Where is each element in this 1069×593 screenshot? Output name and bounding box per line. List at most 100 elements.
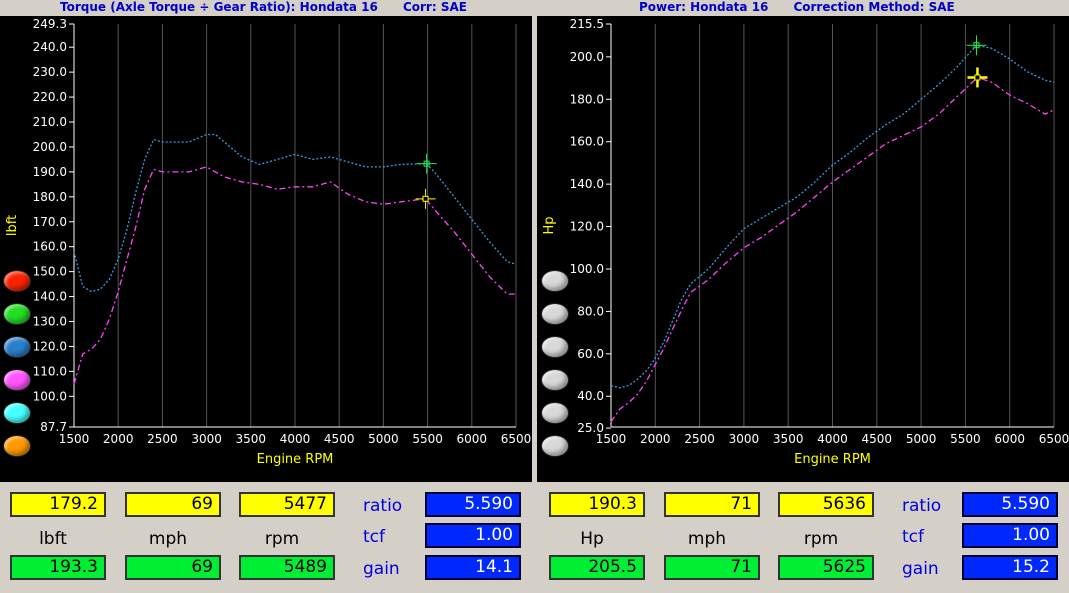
torque-y-tick-label: 110.0	[33, 364, 67, 378]
torque-y-tick-label: 230.0	[33, 65, 67, 79]
power-y-tick-label: 215.5	[570, 17, 604, 31]
torque-y-tick-label: 130.0	[33, 315, 67, 329]
left-run-dot-6[interactable]	[3, 435, 31, 457]
right-run-dot-1[interactable]	[541, 270, 569, 292]
left-run-dot-5[interactable]	[3, 402, 31, 424]
torque-y-tick-label: 240.0	[33, 40, 67, 54]
torque-y-tick-label: 190.0	[33, 165, 67, 179]
power-plot[interactable]: 1500 2000 2500 3000 3500 4000 4500 5000 5500 6000…	[537, 16, 1069, 482]
left-gain-label: gain	[363, 559, 400, 579]
left-ratio-label: ratio	[363, 496, 403, 516]
left-unit-lbft: lbft	[39, 529, 67, 549]
left-unit-mph: mph	[148, 529, 188, 549]
right-hp-value: 190.3	[549, 492, 645, 517]
power-x-tick-label: 2500	[684, 432, 715, 446]
torque-y-tick-label: 210.0	[33, 115, 67, 129]
left-ratio-value[interactable]: 5.590	[425, 492, 521, 517]
right-unit-rpm: rpm	[803, 529, 839, 549]
right-run-dot-5[interactable]	[541, 402, 569, 424]
power-y-tick-label: 120.0	[570, 220, 604, 234]
torque-chart-svg: 1500 2000 2500 3000 3500 4000 4500 5000 5500 6000…	[5, 17, 532, 467]
power-x-tick-label: 3500	[773, 432, 804, 446]
right-gain-value[interactable]: 15.2	[962, 555, 1058, 580]
torque-x-tick-label: 6500	[501, 432, 532, 446]
torque-y-tick-label: 87.7	[40, 420, 67, 434]
right-run-dot-2[interactable]	[541, 303, 569, 325]
torque-y-tick-label: 100.0	[33, 389, 67, 403]
power-y-tick-label: 140.0	[570, 177, 604, 191]
right-hp-peak: 205.5	[549, 555, 645, 580]
right-mph-peak: 71	[664, 555, 760, 580]
left-mph-value: 69	[125, 492, 221, 517]
left-rpm-value: 5477	[239, 492, 335, 517]
torque-plot[interactable]: 1500 2000 2500 3000 3500 4000 4500 5000 5500 6000…	[0, 16, 532, 482]
left-tcf-label: tcf	[363, 527, 385, 547]
torque-x-tick-label: 6000	[457, 432, 488, 446]
torque-y-tick-label: 150.0	[33, 265, 67, 279]
left-readout-panel: 179.2 69 5477 lbft mph rpm 193.3 69 5489…	[1, 484, 531, 591]
left-tcf-value[interactable]: 1.00	[425, 523, 521, 548]
power-y-tick-label: 200.0	[570, 50, 604, 64]
torque-y-tick-label: 249.3	[33, 17, 67, 31]
torque-x-tick-label: 5500	[412, 432, 443, 446]
power-x-tick-label: 5500	[950, 432, 981, 446]
right-rpm-value: 5636	[778, 492, 874, 517]
left-run-dot-3[interactable]	[3, 336, 31, 358]
power-x-tick-label: 2000	[640, 432, 671, 446]
power-y-tick-label: 40.0	[577, 389, 604, 403]
power-x-tick-label: 3000	[729, 432, 760, 446]
power-cursor-yellow-marker	[974, 74, 981, 81]
torque-y-axis-label: lbft	[5, 215, 20, 236]
right-tcf-label: tcf	[902, 527, 924, 547]
power-x-tick-label: 4500	[862, 432, 893, 446]
left-lbft-value: 179.2	[10, 492, 106, 517]
power-y-tick-label: 160.0	[570, 135, 604, 149]
torque-x-tick-label: 3500	[236, 432, 267, 446]
power-y-tick-label: 100.0	[570, 262, 604, 276]
torque-y-tick-label: 170.0	[33, 215, 67, 229]
left-run-dot-4[interactable]	[3, 369, 31, 391]
torque-x-tick-label: 2000	[103, 432, 134, 446]
torque-x-tick-label: 4500	[324, 432, 355, 446]
right-run-dot-4[interactable]	[541, 369, 569, 391]
left-rpm-peak: 5489	[239, 555, 335, 580]
right-run-dot-3[interactable]	[541, 336, 569, 358]
right-gain-label: gain	[902, 559, 939, 579]
torque-x-tick-label: 5000	[368, 432, 399, 446]
left-run-dot-2[interactable]	[3, 303, 31, 325]
left-lbft-peak: 193.3	[10, 555, 106, 580]
right-chart-title: Power: Hondata 16 Correction Method: SAE	[537, 0, 1069, 16]
torque-y-tick-label: 180.0	[33, 190, 67, 204]
power-y-tick-label: 25.0	[577, 421, 604, 435]
right-tcf-value[interactable]: 1.00	[962, 523, 1058, 548]
left-chart-title: Torque (Axle Torque ÷ Gear Ratio): Honda…	[0, 0, 532, 16]
left-gain-value[interactable]: 14.1	[425, 555, 521, 580]
torque-y-tick-label: 160.0	[33, 240, 67, 254]
left-run-dot-1[interactable]	[3, 270, 31, 292]
torque-x-tick-label: 1500	[59, 432, 90, 446]
power-x-tick-label: 4000	[817, 432, 848, 446]
right-unit-hp: Hp	[580, 529, 604, 549]
right-run-dot-6[interactable]	[541, 435, 569, 457]
torque-y-tick-label: 220.0	[33, 90, 67, 104]
torque-x-tick-label: 3000	[191, 432, 222, 446]
power-y-axis-label: Hp	[542, 216, 557, 234]
torque-x-tick-label: 4000	[280, 432, 311, 446]
left-unit-rpm: rpm	[264, 529, 300, 549]
power-y-tick-label: 60.0	[577, 347, 604, 361]
torque-y-tick-label: 140.0	[33, 290, 67, 304]
power-y-tick-label: 180.0	[570, 92, 604, 106]
left-mph-peak: 69	[125, 555, 221, 580]
torque-cursor-yellow-marker	[422, 195, 429, 202]
torque-y-tick-label: 120.0	[33, 339, 67, 353]
power-x-tick-label: 6000	[994, 432, 1025, 446]
torque-y-tick-label: 200.0	[33, 140, 67, 154]
right-ratio-value[interactable]: 5.590	[962, 492, 1058, 517]
right-mph-value: 71	[664, 492, 760, 517]
torque-x-axis-label: Engine RPM	[257, 452, 334, 467]
torque-x-tick-label: 2500	[147, 432, 178, 446]
power-x-tick-label: 6500	[1039, 432, 1069, 446]
power-x-axis-label: Engine RPM	[794, 452, 871, 467]
power-x-tick-label: 5000	[906, 432, 937, 446]
right-readout-panel: 190.3 71 5636 Hp mph rpm 205.5 71 5625 r…	[540, 484, 1069, 591]
